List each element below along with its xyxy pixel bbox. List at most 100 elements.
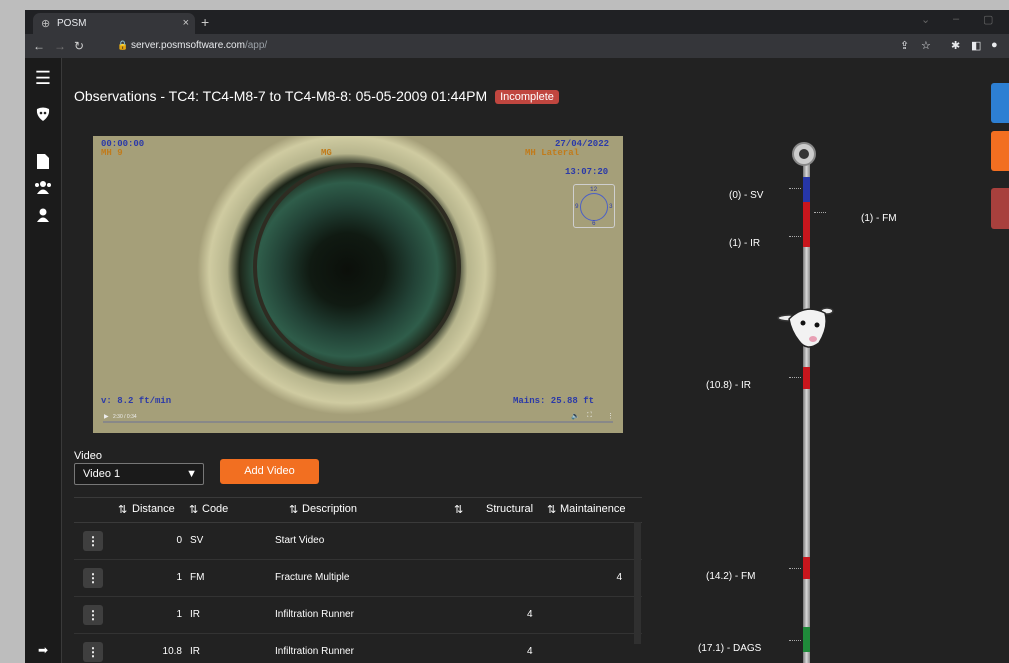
video-select-value: Video 1 — [83, 468, 121, 480]
clock-12: 12 — [590, 186, 598, 193]
pipe-label-leader — [789, 377, 801, 379]
clock-3: 3 — [609, 203, 613, 210]
possum-logo-icon[interactable] — [33, 106, 53, 127]
user-icon[interactable] — [33, 208, 53, 227]
inspection-video[interactable]: 00:00:00 MH 9 MG MH Lateral 27/04/2022 1… — [93, 136, 623, 433]
back-circle-button[interactable] — [991, 83, 1009, 123]
pipe-label-leader — [814, 212, 826, 214]
cell-description: Infiltration Runner — [275, 609, 354, 620]
video-progress-bar[interactable] — [103, 421, 613, 423]
clock-6: 6 — [592, 220, 596, 227]
address-bar[interactable]: 🔒 server.posmsoftware.com/app/ — [107, 38, 887, 54]
table-row[interactable]: ⋮ 1 IR Infiltration Runner 4 — [74, 597, 642, 634]
row-menu-button[interactable]: ⋮ — [83, 642, 103, 662]
add-video-button[interactable]: Add Video — [220, 459, 319, 484]
video-date: 27/04/2022 — [555, 139, 610, 149]
logout-icon[interactable]: ➡ — [33, 643, 53, 657]
clock-9: 9 — [575, 203, 579, 210]
maximize-icon[interactable]: ▢ — [983, 13, 993, 26]
sort-icon[interactable]: ⇅ — [118, 503, 127, 516]
cell-description: Infiltration Runner — [275, 646, 354, 657]
cell-distance: 0 — [176, 535, 182, 546]
defect-marker-ir[interactable] — [803, 367, 810, 389]
sort-icon[interactable]: ⇅ — [289, 503, 298, 516]
reload-icon[interactable]: ↻ — [74, 39, 84, 53]
table-row[interactable]: ⋮ 0 SV Start Video — [74, 523, 642, 560]
video-manhole: MH 9 — [101, 148, 123, 158]
cell-distance: 1 — [176, 609, 182, 620]
more-options-icon[interactable]: ⋮ — [607, 412, 614, 420]
url-text: server.posmsoftware.com/app/ — [131, 40, 267, 51]
defect-marker-dags[interactable] — [803, 627, 810, 652]
cell-description: Start Video — [275, 535, 325, 546]
new-tab-button[interactable]: + — [201, 14, 209, 30]
back-arrow-icon[interactable]: ← — [33, 39, 45, 53]
pipe-diagram — [803, 155, 810, 663]
close-tab-icon[interactable]: × — [183, 17, 189, 29]
header-maintenance[interactable]: Maintainence — [560, 503, 625, 515]
lock-icon: 🔒 — [117, 40, 129, 50]
table-row[interactable]: ⋮ 1 FM Fracture Multiple 4 — [74, 560, 642, 597]
delete-button[interactable] — [991, 188, 1009, 229]
clock-overlay: 12 3 6 9 — [573, 184, 615, 228]
pipe-label: (1) - IR — [729, 238, 761, 249]
grid-button[interactable] — [991, 131, 1009, 171]
sort-icon[interactable]: ⇅ — [547, 503, 556, 516]
defect-marker-fm[interactable] — [803, 557, 810, 579]
sort-icon[interactable]: ⇅ — [454, 503, 463, 516]
row-menu-button[interactable]: ⋮ — [83, 531, 103, 551]
video-center-tag: MG — [321, 148, 332, 158]
row-menu-button[interactable]: ⋮ — [83, 605, 103, 625]
cell-maintenance: 4 — [616, 572, 622, 583]
manhole-icon[interactable] — [792, 142, 816, 166]
cell-code: IR — [190, 609, 200, 620]
pipe-label: (17.1) - DAGS — [698, 643, 762, 654]
video-select[interactable]: Video 1 ▼ — [74, 463, 204, 485]
pipe-label: (14.2) - FM — [706, 571, 756, 582]
document-icon[interactable] — [33, 154, 53, 172]
defect-marker-sv[interactable] — [803, 177, 810, 202]
page-title-text: Observations - TC4: TC4-M8-7 to TC4-M8-8… — [74, 88, 488, 104]
forward-arrow-icon[interactable]: → — [54, 39, 66, 53]
side-panel-icon[interactable]: ◧ — [971, 39, 981, 52]
header-distance[interactable]: Distance — [132, 503, 175, 515]
minimize-icon[interactable]: – — [953, 13, 959, 25]
video-lateral: MH Lateral — [525, 148, 580, 158]
share-icon[interactable]: ⇪ — [900, 39, 909, 52]
cell-code: IR — [190, 646, 200, 657]
tab-strip: ⊕ POSM × + ⌄ – ▢ — [25, 10, 1009, 34]
row-menu-button[interactable]: ⋮ — [83, 568, 103, 588]
tab-search-icon[interactable]: ⌄ — [921, 13, 930, 26]
cell-structural: 4 — [527, 609, 533, 620]
header-structural[interactable]: Structural — [486, 503, 533, 515]
users-icon[interactable] — [33, 180, 53, 197]
cell-code: FM — [190, 572, 205, 583]
globe-icon: ⊕ — [41, 18, 51, 30]
table-scrollbar[interactable] — [634, 522, 641, 644]
sidebar: ☰ ➡ — [25, 58, 62, 663]
possum-crawler-icon[interactable] — [777, 305, 837, 350]
browser-window: ⊕ POSM × + ⌄ – ▢ ← → ↻ 🔒 server.posmsoft… — [25, 10, 1009, 663]
table-header: ⇅ Distance ⇅ Code ⇅ Description ⇅ Struct… — [74, 497, 642, 523]
browser-tab[interactable]: ⊕ POSM × — [33, 13, 195, 34]
status-badge: Incomplete — [495, 90, 559, 104]
volume-icon[interactable]: 🔈 — [571, 412, 580, 420]
profile-icon[interactable]: ● — [991, 39, 998, 51]
sort-icon[interactable]: ⇅ — [189, 503, 198, 516]
menu-icon[interactable]: ☰ — [33, 68, 53, 89]
app-area: ☰ ➡ Observations - TC4: TC4-M8-7 to TC4-… — [25, 58, 1009, 663]
pipe-label-leader — [789, 236, 801, 238]
cell-distance: 1 — [176, 572, 182, 583]
header-description[interactable]: Description — [302, 503, 357, 515]
table-row[interactable]: ⋮ 10.8 IR Infiltration Runner 4 — [74, 634, 642, 663]
fullscreen-icon[interactable]: ⛶ — [587, 412, 592, 420]
pipe-label-leader — [789, 568, 801, 570]
video-label: Video — [74, 450, 102, 462]
chevron-down-icon: ▼ — [186, 468, 197, 480]
bookmark-star-icon[interactable]: ☆ — [921, 39, 931, 52]
header-code[interactable]: Code — [202, 503, 228, 515]
defect-marker-fm[interactable] — [803, 202, 810, 247]
play-icon[interactable]: ▶ — [104, 413, 109, 420]
tab-title: POSM — [57, 18, 87, 29]
extensions-icon[interactable]: ✱ — [951, 39, 960, 52]
